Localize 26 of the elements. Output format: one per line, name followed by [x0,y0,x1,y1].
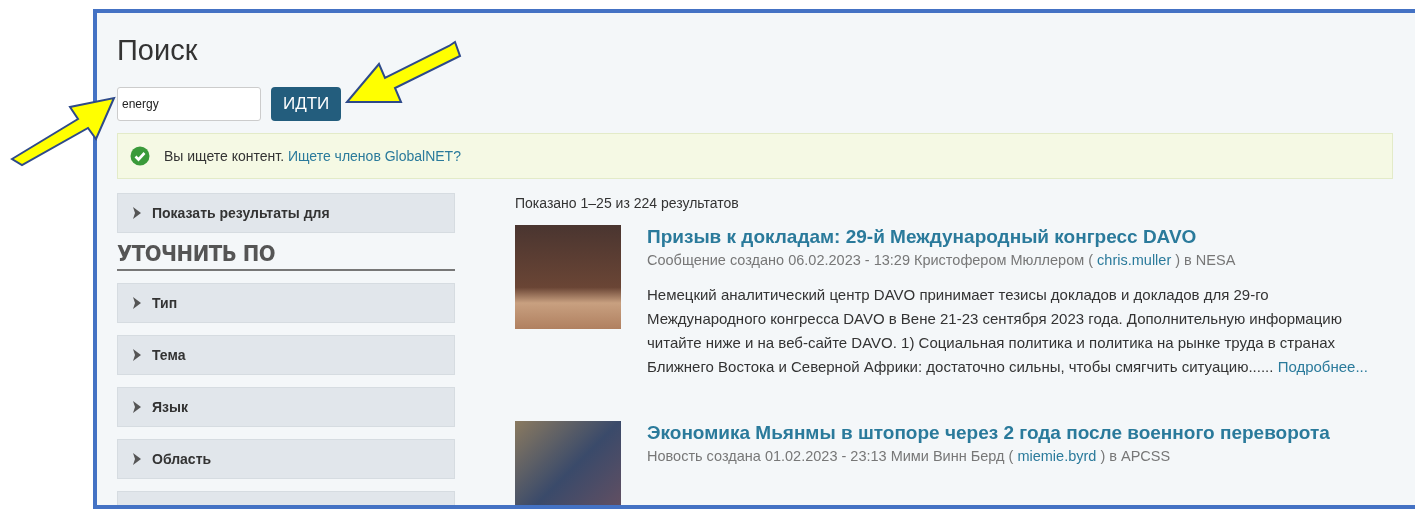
chevron-icon [132,348,142,362]
read-more-link[interactable]: Подробнее... [1277,358,1368,375]
facet-panel[interactable]: Тема [117,335,455,375]
facet-panel[interactable]: Язык [117,387,455,427]
chevron-icon [132,206,142,220]
members-link[interactable]: Ищете членов GlobalNET? [287,148,461,164]
page-title: Поиск [117,33,198,68]
go-button[interactable]: ИДТИ [271,87,342,121]
show-results-panel[interactable]: Показать результаты для [117,193,455,233]
author-link[interactable]: miemie.byrd [1017,448,1097,464]
chevron-icon [132,400,142,414]
refine-heading: УТОЧНИТЬ ПО [117,241,455,271]
search-field[interactable]: energy [117,87,261,121]
result-summary: Немецкий аналитический центр DAVO принимает тезисы докладов и докладов для 29-го Международного конгресса DAVO в Вене 21-23 сентября 2023 года. Дополнительную информацию читайте ниже и на веб-сайте DAVO. 1) Социальная политика и политика на рынке труда в странах Ближнего Востока и Северной Африки: достаточно сильны, чтобы смягчить ситуацию...... Подробнее... [647,285,1369,377]
author-link[interactable]: chris.muller [1097,252,1172,268]
check-circle-icon [130,146,150,166]
facet-panel[interactable]: Тип [117,283,455,323]
result-title[interactable]: Экономика Мьянмы в штопоре через 2 года после военного переворота [647,421,1330,445]
notice-text: Вы ищете контент. Ищете членов GlobalNET? [164,148,461,164]
result-meta: Сообщение создано 06.02.2023 - 13:29 Кристофером Мюллером ( chris.muller ) в NESA [647,251,1237,270]
results-count: Показано 1–25 из 224 результатов [515,195,739,211]
chevron-icon [132,296,142,310]
result-title[interactable]: Призыв к докладам: 29-й Международный конгресс DAVO [647,225,1197,249]
facet-panel[interactable]: Область [117,439,455,479]
result-meta: Новость создана 01.02.2023 - 23:13 Мими Винн Берд ( miemie.byrd ) в APCSS [647,447,1172,466]
chevron-icon [132,452,142,466]
